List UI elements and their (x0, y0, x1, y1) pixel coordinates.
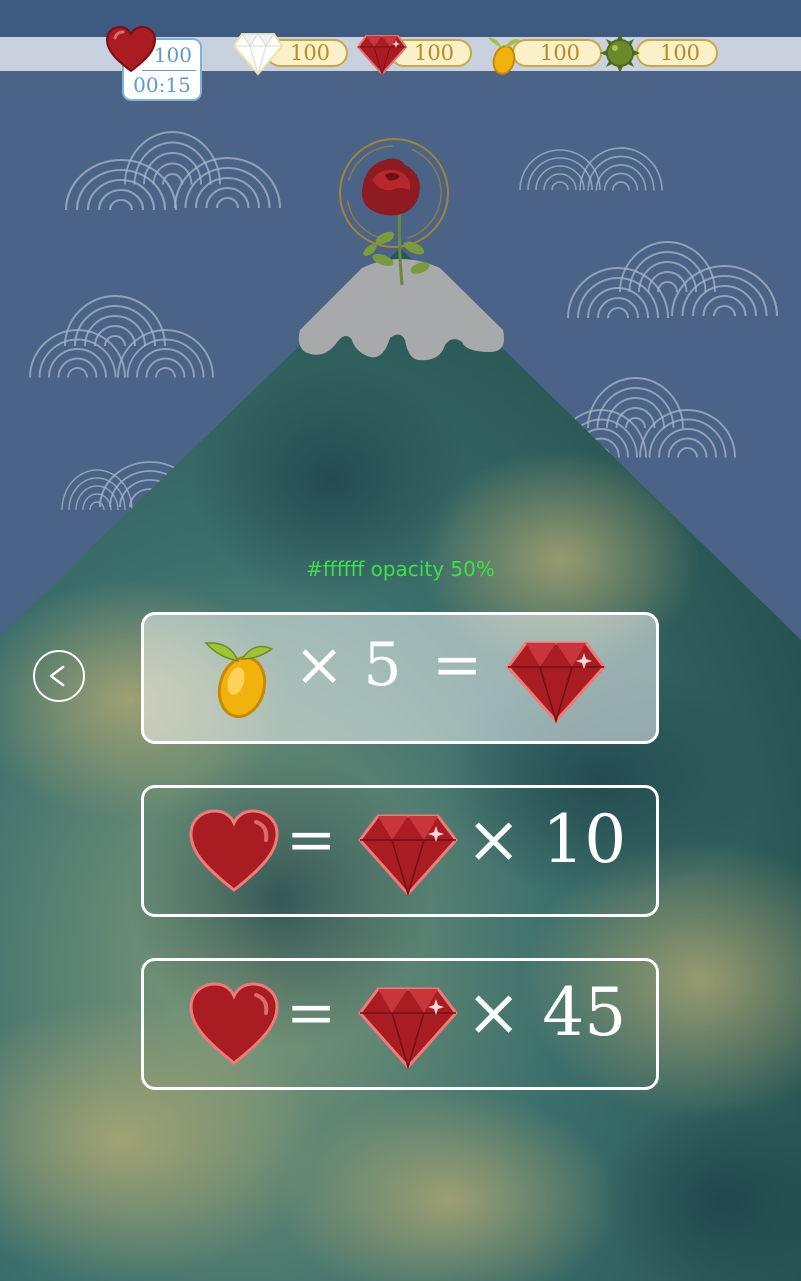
lives-value: 100 (153, 43, 192, 67)
equals-sign: = (286, 805, 337, 875)
seed-icon (204, 642, 274, 719)
design-annotation: #ffffff opacity 50% (306, 557, 495, 581)
ruby-icon (358, 987, 458, 1070)
heart-icon (189, 982, 279, 1065)
ruby-icon (358, 814, 458, 897)
back-button[interactable] (33, 650, 85, 702)
equals-sign: = (286, 978, 337, 1048)
offer-multiplier: × 5 (294, 630, 402, 700)
offer-amount: × 10 (466, 801, 627, 878)
offer-heart-to-rubies-bulk[interactable]: = × 45 (141, 958, 659, 1090)
heart-icon (189, 809, 279, 892)
diamond-icon (232, 33, 284, 76)
offer-heart-to-rubies[interactable]: = × 10 (141, 785, 659, 917)
ruby-icon (506, 641, 606, 724)
seed-icon (488, 37, 520, 75)
ruby-icon (356, 35, 408, 76)
lives-timer: 00:15 (133, 73, 191, 97)
spike-ball-icon (600, 33, 640, 73)
heart-icon (105, 26, 157, 73)
offer-seeds-to-ruby[interactable]: × 5 = (141, 612, 659, 744)
equals-sign: = (432, 630, 483, 700)
back-arrow-icon (49, 665, 65, 687)
offer-amount: × 45 (466, 974, 627, 1051)
